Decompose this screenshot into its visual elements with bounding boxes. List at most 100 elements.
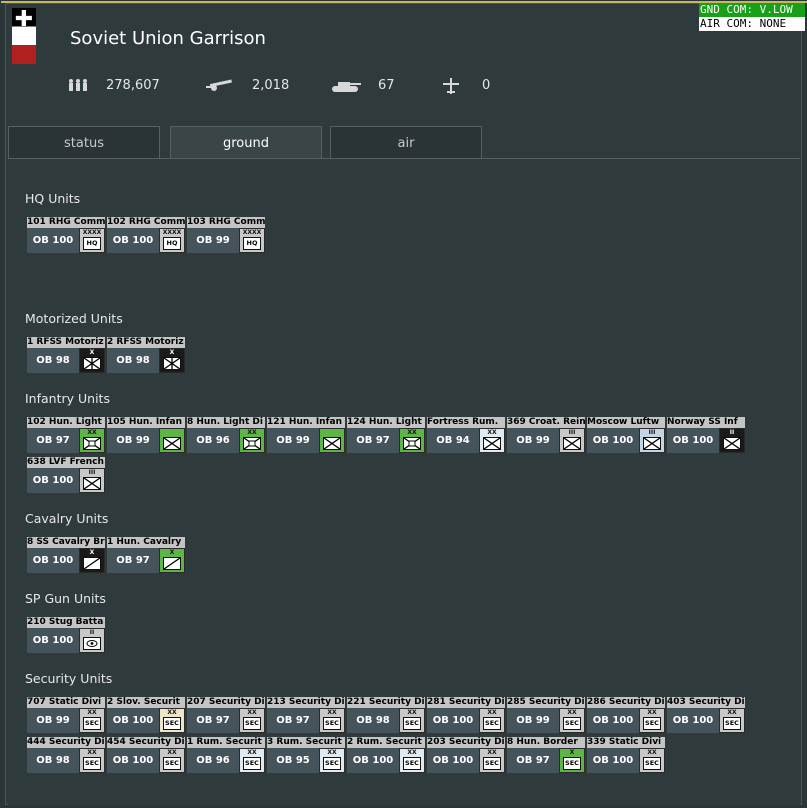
unit-type-label: SEC	[85, 719, 99, 727]
unit-size-label: XX	[407, 429, 417, 436]
tab-status[interactable]: status	[8, 126, 160, 158]
security-symbol-icon: SEC	[723, 717, 741, 730]
unit-card[interactable]: Norway SS Inf OB 100 II	[667, 417, 745, 453]
tab-air[interactable]: air	[330, 126, 482, 158]
unit-card[interactable]: 8 Hun. Border OB 97 X SEC	[507, 737, 585, 773]
unit-symbol: XX SEC	[399, 708, 425, 733]
unit-card[interactable]: 1 RFSS Motoriz OB 98 X	[27, 337, 105, 373]
unit-size-label: XX	[487, 709, 497, 716]
unit-type-label: SEC	[645, 759, 659, 767]
unit-card[interactable]: 105 Hun. Infan OB 99	[107, 417, 185, 453]
unit-ob-value: OB 100	[667, 428, 719, 453]
infantry-symbol-icon	[563, 437, 581, 450]
unit-card[interactable]: 454 Security Di OB 100 XX SEC	[107, 737, 185, 773]
unit-name: 8 SS Cavalry Br	[27, 537, 105, 548]
unit-card[interactable]: 213 Security Di OB 97 XX SEC	[267, 697, 345, 733]
unit-card[interactable]: 103 RHG Comm OB 99 XXXX HQ	[187, 217, 265, 253]
tab-ground[interactable]: ground	[170, 126, 322, 159]
unit-ob-value: OB 100	[27, 628, 79, 653]
unit-type-label: SEC	[725, 719, 739, 727]
air-command-status: AIR COM: NONE	[699, 17, 805, 31]
unit-ob-value: OB 97	[347, 428, 399, 453]
section-title: Security Units	[25, 671, 113, 686]
unit-card[interactable]: Fortress Rum. OB 94 XX	[427, 417, 505, 453]
light-infantry-symbol-icon	[83, 437, 101, 450]
sp-gun-symbol-icon	[83, 637, 101, 650]
unit-ob-value: OB 100	[587, 428, 639, 453]
unit-type-label: HQ	[86, 239, 98, 247]
unit-card[interactable]: 285 Security Di OB 99 XX SEC	[507, 697, 585, 733]
stat-aircraft: 0	[482, 78, 491, 93]
unit-card[interactable]: 369 Croat. Rein OB 99 III	[507, 417, 585, 453]
unit-size-label: XXXX	[82, 229, 102, 236]
security-symbol-icon: SEC	[243, 717, 261, 730]
unit-name: 286 Security Di	[587, 697, 665, 708]
unit-symbol: II	[719, 428, 745, 453]
unit-card[interactable]: 221 Security Di OB 98 XX SEC	[347, 697, 425, 733]
iron-cross-icon: ✚	[14, 7, 34, 32]
command-status: GND COM: V.LOW AIR COM: NONE	[699, 3, 805, 31]
unit-card[interactable]: 102 RHG Comm OB 100 XXXX HQ	[107, 217, 185, 253]
unit-size-label: XX	[247, 749, 257, 756]
unit-card[interactable]: 210 Stug Batta OB 100 II	[27, 617, 105, 653]
unit-card[interactable]: 2 Rum. Securit OB 100 XX SEC	[347, 737, 425, 773]
unit-symbol: XX	[399, 428, 425, 453]
tab-bar: status ground air	[8, 126, 800, 159]
unit-card[interactable]: 3 Rum. Securit OB 95 XX SEC	[267, 737, 345, 773]
unit-symbol: XX SEC	[479, 708, 505, 733]
unit-card[interactable]: 101 RHG Comm OB 100 XXXX HQ	[27, 217, 105, 253]
unit-name: 2 RFSS Motoriz	[107, 337, 185, 348]
unit-size-label: XX	[87, 709, 97, 716]
stat-guns: 2,018	[252, 78, 290, 93]
unit-size-label: XX	[727, 709, 737, 716]
unit-ob-value: OB 96	[187, 748, 239, 773]
unit-card[interactable]: 207 Security Di OB 97 XX SEC	[187, 697, 265, 733]
unit-card[interactable]: 8 SS Cavalry Br OB 100 X	[27, 537, 105, 573]
unit-symbol: II	[79, 628, 105, 653]
unit-ob-value: OB 100	[667, 708, 719, 733]
unit-card[interactable]: 121 Hun. Infan OB 99	[267, 417, 345, 453]
unit-type-label: SEC	[485, 719, 499, 727]
unit-size-label: XX	[647, 749, 657, 756]
unit-name: 2 Slov. Securit	[107, 697, 185, 708]
unit-type-label: SEC	[645, 719, 659, 727]
hq-symbol-icon: HQ	[163, 237, 181, 250]
unit-card[interactable]: 403 Security Di OB 100 XX SEC	[667, 697, 745, 733]
security-symbol-icon: SEC	[483, 757, 501, 770]
unit-card[interactable]: 1 Hun. Cavalry OB 97 X	[107, 537, 185, 573]
unit-card[interactable]: 1 Rum. Securit OB 96 XX SEC	[187, 737, 265, 773]
section-title: HQ Units	[25, 191, 81, 206]
unit-card[interactable]: Moscow Luftw OB 100 III	[587, 417, 665, 453]
unit-ob-value: OB 100	[107, 228, 159, 253]
unit-name: 1 Hun. Cavalry	[107, 537, 185, 548]
unit-card[interactable]: 2 RFSS Motoriz OB 98 X	[107, 337, 185, 373]
unit-type-label: SEC	[165, 759, 179, 767]
unit-card[interactable]: 2 Slov. Securit OB 100 XX SEC	[107, 697, 185, 733]
unit-card[interactable]: 444 Security Di OB 98 XX SEC	[27, 737, 105, 773]
unit-card[interactable]: 281 Security Di OB 100 XX SEC	[427, 697, 505, 733]
unit-symbol: X	[159, 348, 185, 373]
unit-symbol: XX	[239, 428, 265, 453]
unit-card[interactable]: 707 Static Divi OB 99 XX SEC	[27, 697, 105, 733]
unit-name: Fortress Rum.	[427, 417, 505, 428]
unit-card[interactable]: 339 Static Divi OB 100 XX SEC	[587, 737, 665, 773]
unit-card[interactable]: 203 Security Di OB 100 XX SEC	[427, 737, 505, 773]
security-symbol-icon: SEC	[483, 717, 501, 730]
infantry-symbol-icon	[163, 437, 181, 450]
unit-name: 454 Security Di	[107, 737, 185, 748]
unit-symbol: XXXX HQ	[239, 228, 265, 253]
unit-card[interactable]: 8 Hun. Light Di OB 96 XX	[187, 417, 265, 453]
unit-name: Norway SS Inf	[667, 417, 745, 428]
unit-card[interactable]: 286 Security Di OB 100 XX SEC	[587, 697, 665, 733]
unit-symbol: X	[159, 548, 185, 573]
unit-card[interactable]: 124 Hun. Light OB 97 XX	[347, 417, 425, 453]
unit-card[interactable]: 638 LVF French OB 100 III	[27, 457, 105, 493]
unit-card[interactable]: 102 Hun. Light OB 97 XX	[27, 417, 105, 453]
unit-ob-value: OB 100	[107, 708, 159, 733]
unit-size-label: XX	[567, 709, 577, 716]
unit-name: 638 LVF French	[27, 457, 105, 468]
security-symbol-icon: SEC	[563, 757, 581, 770]
unit-ob-value: OB 97	[27, 428, 79, 453]
unit-ob-value: OB 99	[187, 228, 239, 253]
unit-size-label: XX	[247, 709, 257, 716]
